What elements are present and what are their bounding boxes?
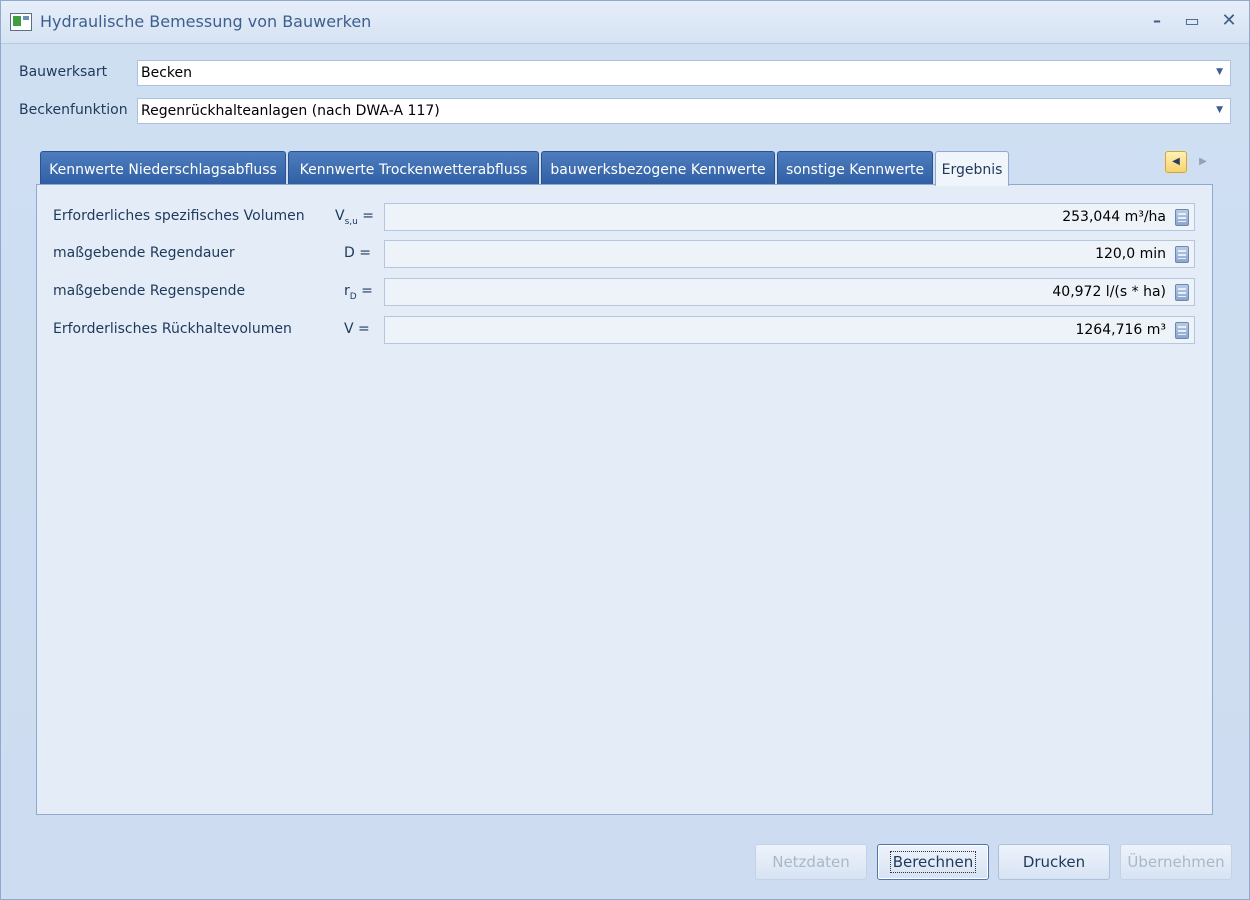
netzdaten-button[interactable]: Netzdaten <box>755 844 867 880</box>
result-label: Erforderliches spezifisches Volumen <box>53 208 305 224</box>
result-label: maßgebende Regendauer <box>53 245 235 261</box>
title-bar[interactable]: Hydraulische Bemessung von Bauwerken – ▭… <box>1 1 1249 44</box>
result-symbol: V = <box>344 321 370 337</box>
result-row: Erforderliches spezifisches Volumen Vs,u… <box>37 203 1212 231</box>
result-value: 253,044 m³/ha <box>1062 209 1166 225</box>
chevron-down-icon[interactable]: ▼ <box>1216 67 1223 77</box>
tab-scroll-right-icon[interactable]: ▶ <box>1195 153 1211 171</box>
uebernehmen-button[interactable]: Übernehmen <box>1120 844 1232 880</box>
bauwerksart-select[interactable]: Becken ▼ <box>137 60 1231 86</box>
beckenfunktion-label: Beckenfunktion <box>19 102 128 118</box>
drucken-button[interactable]: Drucken <box>998 844 1110 880</box>
beckenfunktion-select[interactable]: Regenrückhalteanlagen (nach DWA-A 117) ▼ <box>137 98 1231 124</box>
berechnen-button[interactable]: Berechnen <box>877 844 989 880</box>
minimize-button[interactable]: – <box>1143 9 1171 33</box>
tab-sonstige-kennwerte[interactable]: sonstige Kennwerte <box>777 151 933 185</box>
calculator-icon[interactable] <box>1175 284 1189 301</box>
result-value-field[interactable]: 40,972 l/(s * ha) <box>384 278 1195 306</box>
result-symbol: D = <box>344 245 371 261</box>
tab-kennwerte-niederschlagsabfluss[interactable]: Kennwerte Niederschlagsabfluss <box>40 151 286 185</box>
app-icon <box>10 13 32 31</box>
result-row: maßgebende Regenspende rD = 40,972 l/(s … <box>37 278 1212 306</box>
calculator-icon[interactable] <box>1175 246 1189 263</box>
maximize-button[interactable]: ▭ <box>1178 9 1206 33</box>
result-value: 1264,716 m³ <box>1075 322 1166 338</box>
calculator-icon[interactable] <box>1175 322 1189 339</box>
app-window: Hydraulische Bemessung von Bauwerken – ▭… <box>0 0 1250 900</box>
tab-scroll-left-icon[interactable]: ◀ <box>1165 151 1187 173</box>
result-label: Erforderlisches Rückhaltevolumen <box>53 321 292 337</box>
result-value: 40,972 l/(s * ha) <box>1052 284 1166 300</box>
result-value-field[interactable]: 120,0 min <box>384 240 1195 268</box>
tab-ergebnis[interactable]: Ergebnis <box>935 151 1009 186</box>
result-value: 120,0 min <box>1095 246 1166 262</box>
result-value-field[interactable]: 1264,716 m³ <box>384 316 1195 344</box>
chevron-down-icon[interactable]: ▼ <box>1216 105 1223 115</box>
result-symbol: Vs,u = <box>335 208 375 227</box>
close-button[interactable]: ✕ <box>1215 9 1243 33</box>
result-value-field[interactable]: 253,044 m³/ha <box>384 203 1195 231</box>
window-title: Hydraulische Bemessung von Bauwerken <box>40 12 372 31</box>
bauwerksart-label: Bauwerksart <box>19 64 108 80</box>
bauwerksart-value: Becken <box>141 65 193 81</box>
ergebnis-panel: Erforderliches spezifisches Volumen Vs,u… <box>36 184 1213 815</box>
calculator-icon[interactable] <box>1175 209 1189 226</box>
result-label: maßgebende Regenspende <box>53 283 246 299</box>
result-symbol: rD = <box>344 283 373 302</box>
tab-bauwerksbezogene-kennwerte[interactable]: bauwerksbezogene Kennwerte <box>541 151 775 185</box>
beckenfunktion-value: Regenrückhalteanlagen (nach DWA-A 117) <box>141 103 440 119</box>
result-row: Erforderlisches Rückhaltevolumen V = 126… <box>37 316 1212 344</box>
result-row: maßgebende Regendauer D = 120,0 min <box>37 240 1212 268</box>
tab-kennwerte-trockenwetterabfluss[interactable]: Kennwerte Trockenwetterabfluss <box>288 151 539 185</box>
